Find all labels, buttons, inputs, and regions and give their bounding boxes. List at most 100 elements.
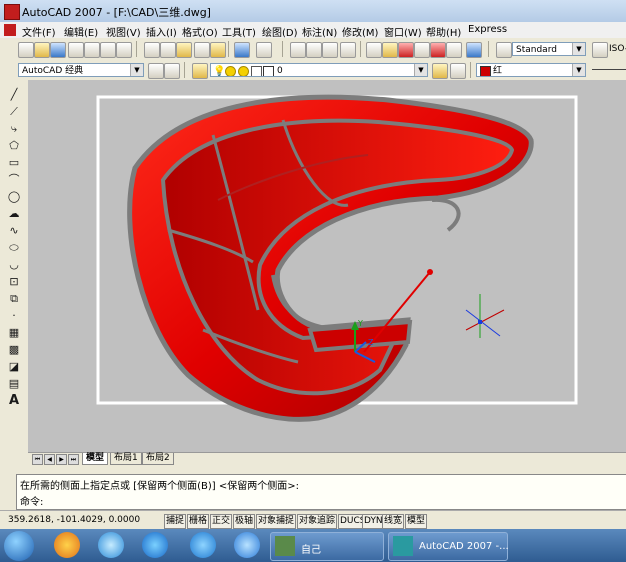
menu-view[interactable]: 视图(V) xyxy=(106,24,141,39)
zoom-previous-icon[interactable] xyxy=(340,42,356,58)
help-icon[interactable] xyxy=(466,42,482,58)
layer-manager-icon[interactable] xyxy=(192,63,208,79)
autocad-app-icon[interactable] xyxy=(4,4,20,20)
grid-toggle[interactable]: 栅格 xyxy=(187,514,210,529)
prev-tab-icon[interactable]: ◀ xyxy=(44,454,55,465)
linetype-sample[interactable] xyxy=(592,69,626,70)
document-icon[interactable] xyxy=(4,24,16,36)
messenger-icon[interactable] xyxy=(98,532,124,558)
menu-file[interactable]: 文件(F) xyxy=(22,24,56,39)
3d-dwf-icon[interactable] xyxy=(116,42,132,58)
hatch-icon[interactable]: ▦ xyxy=(7,326,21,340)
model-toggle[interactable]: 模型 xyxy=(405,514,428,529)
circle-icon[interactable]: ◯ xyxy=(7,190,21,204)
table-icon[interactable]: ▤ xyxy=(7,377,21,391)
command-prompt[interactable]: 命令: xyxy=(20,493,43,508)
paste-icon[interactable] xyxy=(176,42,192,58)
ellipse-icon[interactable]: ⬭ xyxy=(7,241,21,255)
dim-style-icon[interactable] xyxy=(592,42,608,58)
gradient-icon[interactable]: ▩ xyxy=(7,343,21,357)
layer-previous-icon[interactable] xyxy=(450,63,466,79)
menu-format[interactable]: 格式(O) xyxy=(182,24,218,39)
tab-layout1[interactable]: 布局1 xyxy=(110,453,142,465)
polyline-icon[interactable]: ⤷ xyxy=(7,122,21,136)
workspace-settings-icon[interactable] xyxy=(148,63,164,79)
publish-icon[interactable] xyxy=(100,42,116,58)
last-tab-icon[interactable]: ⏭ xyxy=(68,454,79,465)
drawing-viewport[interactable]: Y Z xyxy=(28,80,626,452)
region-icon[interactable]: ◪ xyxy=(7,360,21,374)
menu-help[interactable]: 帮助(H) xyxy=(426,24,461,39)
block-editor-icon[interactable] xyxy=(210,42,226,58)
spline-icon[interactable]: ∿ xyxy=(7,224,21,238)
text-style-select[interactable]: Standard ▼ xyxy=(512,42,586,56)
arc-icon[interactable]: ⌒ xyxy=(7,173,21,187)
pan-icon[interactable] xyxy=(290,42,306,58)
chevron-down-icon[interactable]: ▼ xyxy=(414,64,427,76)
browser-icon[interactable] xyxy=(54,532,80,558)
make-object-layer-current-icon[interactable] xyxy=(432,63,448,79)
workspace-save-icon[interactable] xyxy=(164,63,180,79)
cut-icon[interactable] xyxy=(144,42,160,58)
dim-style-value[interactable]: ISO- xyxy=(609,44,626,54)
make-block-icon[interactable]: ⧉ xyxy=(7,292,21,306)
plot-preview-icon[interactable] xyxy=(84,42,100,58)
menu-dimension[interactable]: 标注(N) xyxy=(302,24,337,39)
revcloud-icon[interactable]: ☁ xyxy=(7,207,21,221)
text-style-icon[interactable] xyxy=(496,42,512,58)
matchprop-icon[interactable] xyxy=(194,42,210,58)
model-space-canvas[interactable]: Y Z xyxy=(28,80,626,452)
shield-icon[interactable] xyxy=(190,532,216,558)
chevron-down-icon[interactable]: ▼ xyxy=(572,43,585,55)
zoom-realtime-icon[interactable] xyxy=(306,42,322,58)
menu-window[interactable]: 窗口(W) xyxy=(384,24,422,39)
first-tab-icon[interactable]: ⏮ xyxy=(32,454,43,465)
tab-layout2[interactable]: 布局2 xyxy=(142,453,174,465)
zoom-window-icon[interactable] xyxy=(322,42,338,58)
task-button-self[interactable]: 自己 xyxy=(270,532,384,561)
new-icon[interactable] xyxy=(18,42,34,58)
next-tab-icon[interactable]: ▶ xyxy=(56,454,67,465)
menu-express[interactable]: Express xyxy=(468,24,507,35)
construction-line-icon[interactable]: ⟋ xyxy=(7,105,21,119)
copy-icon[interactable] xyxy=(160,42,176,58)
ellipse-arc-icon[interactable]: ◡ xyxy=(7,258,21,272)
polar-toggle[interactable]: 极轴 xyxy=(233,514,256,529)
extrude-grip[interactable] xyxy=(427,269,433,275)
command-window[interactable]: 在所需的侧面上指定点或 [保留两个侧面(B)] <保留两个侧面>: 命令: xyxy=(16,474,626,510)
insert-block-icon[interactable]: ⊡ xyxy=(7,275,21,289)
ortho-toggle[interactable]: 正交 xyxy=(210,514,233,529)
redo-icon[interactable] xyxy=(256,42,272,58)
menu-modify[interactable]: 修改(M) xyxy=(342,24,378,39)
chevron-down-icon[interactable]: ▼ xyxy=(130,64,143,76)
menu-insert[interactable]: 插入(I) xyxy=(146,24,177,39)
k-app-icon[interactable] xyxy=(142,532,168,558)
plot-icon[interactable] xyxy=(68,42,84,58)
osnap-toggle[interactable]: 对象捕捉 xyxy=(256,514,297,529)
tab-model[interactable]: 模型 xyxy=(82,453,109,465)
task-button-autocad[interactable]: AutoCAD 2007 -... xyxy=(388,532,509,561)
polygon-icon[interactable]: ⬠ xyxy=(7,139,21,153)
workspace-select[interactable]: AutoCAD 经典 ▼ xyxy=(18,63,144,77)
color-select[interactable]: 红 ▼ xyxy=(476,63,586,77)
line-icon[interactable]: ╱ xyxy=(7,88,21,102)
markup-icon[interactable] xyxy=(430,42,446,58)
properties-icon[interactable] xyxy=(366,42,382,58)
mtext-icon[interactable]: A xyxy=(7,394,21,408)
open-icon[interactable] xyxy=(34,42,50,58)
snap-toggle[interactable]: 捕捉 xyxy=(164,514,187,529)
rectangle-icon[interactable]: ▭ xyxy=(7,156,21,170)
start-button[interactable] xyxy=(4,531,34,561)
otrack-toggle[interactable]: 对象追踪 xyxy=(297,514,338,529)
menu-tools[interactable]: 工具(T) xyxy=(222,24,256,39)
toolpalettes-icon[interactable] xyxy=(398,42,414,58)
lineweight-toggle[interactable]: 线宽 xyxy=(382,514,405,529)
undo-icon[interactable] xyxy=(234,42,250,58)
media-player-icon[interactable] xyxy=(234,532,260,558)
coordinate-readout[interactable]: 359.2618, -101.4029, 0.0000 xyxy=(8,515,140,525)
designcenter-icon[interactable] xyxy=(382,42,398,58)
menu-draw[interactable]: 绘图(D) xyxy=(262,24,298,39)
sheetset-icon[interactable] xyxy=(414,42,430,58)
save-icon[interactable] xyxy=(50,42,66,58)
layer-select[interactable]: 💡 0 ▼ xyxy=(210,63,428,77)
